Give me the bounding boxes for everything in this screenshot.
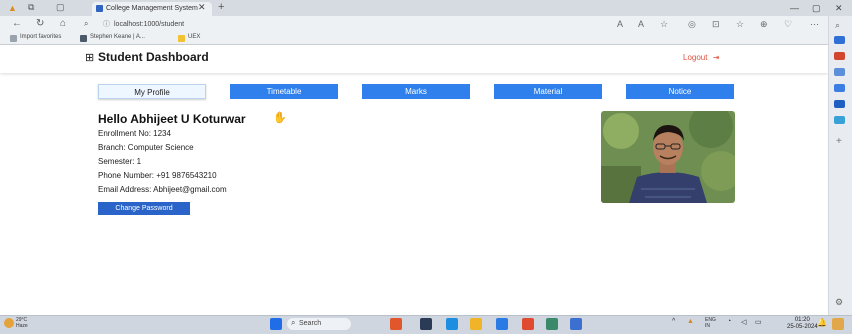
minimize-icon[interactable]: — xyxy=(790,3,799,13)
greeting-heading: Hello Abhijeet U Koturwar xyxy=(98,112,246,126)
copilot-taskbar-icon[interactable] xyxy=(832,318,844,330)
clock-date: 25-05-2024 xyxy=(787,324,818,330)
window-close-icon[interactable]: ✕ xyxy=(835,3,843,14)
store-icon[interactable] xyxy=(570,318,582,330)
widgets-icon[interactable] xyxy=(390,318,402,330)
notifications-icon[interactable]: 🔔 xyxy=(817,318,827,327)
wave-hand-icon: ✋ xyxy=(273,112,287,124)
sidebar-settings-icon[interactable]: ⚙ xyxy=(835,297,843,308)
weather-desc: Haze xyxy=(16,323,28,329)
browser-sidebar xyxy=(828,16,852,315)
chrome-icon[interactable] xyxy=(546,318,558,330)
logout-link[interactable]: Logout ⇥ xyxy=(683,53,719,62)
email-text: Email Address: Abhijeet@gmail.com xyxy=(98,185,227,194)
performance-icon[interactable]: ♡ xyxy=(784,19,792,30)
enrollment-text: Enrollment No: 1234 xyxy=(98,129,171,138)
favorite-stephen[interactable]: Stephen Keane | A... xyxy=(90,34,145,40)
send-icon[interactable] xyxy=(834,116,845,124)
url-text: localhost:1000/student xyxy=(114,21,185,28)
tab-favicon-icon xyxy=(96,5,103,12)
vscode-icon[interactable] xyxy=(496,318,508,330)
start-icon[interactable] xyxy=(270,318,282,330)
address-input[interactable]: ⓘ localhost:1000/student xyxy=(103,19,573,31)
browser-tab[interactable]: College Management System xyxy=(92,2,212,16)
home-icon[interactable]: ⌂ xyxy=(60,18,66,29)
clock[interactable]: 01:20 25-05-2024 xyxy=(787,317,818,331)
brave-icon[interactable] xyxy=(522,318,534,330)
info-icon: ⓘ xyxy=(103,21,110,28)
import-icon xyxy=(10,35,17,42)
language-indicator[interactable]: ENG IN xyxy=(705,317,719,329)
file-explorer-icon[interactable] xyxy=(470,318,482,330)
grid-icon: ⊞ xyxy=(85,52,95,64)
bookmark-icon xyxy=(80,35,87,42)
folder-icon xyxy=(178,35,185,42)
tab-close-icon[interactable]: ✕ xyxy=(198,2,206,13)
tray-chevron-icon[interactable]: ^ xyxy=(672,318,675,325)
settings-more-icon[interactable]: ⋯ xyxy=(810,19,819,30)
immersive-reader-icon[interactable]: A xyxy=(638,19,644,29)
sidebar-add-icon[interactable]: + xyxy=(836,136,842,147)
weather-icon xyxy=(4,318,14,328)
change-password-button[interactable]: Change Password xyxy=(98,202,190,215)
tools-icon[interactable] xyxy=(834,52,845,60)
tab-marks[interactable]: Marks xyxy=(362,84,470,99)
tab-actions-icon[interactable]: ▢ xyxy=(56,2,65,13)
favorites-icon[interactable]: ☆ xyxy=(736,19,744,30)
volume-icon[interactable]: ◁ xyxy=(741,318,746,326)
copilot-icon[interactable] xyxy=(834,36,845,44)
outlook-icon[interactable] xyxy=(834,100,845,108)
phone-text: Phone Number: +91 9876543210 xyxy=(98,171,217,180)
split-screen-icon[interactable]: ⊡ xyxy=(712,19,720,30)
battery-icon[interactable]: ▭ xyxy=(755,318,762,326)
back-icon[interactable]: ← xyxy=(12,18,22,29)
favorite-uex[interactable]: UEX xyxy=(188,34,200,40)
sidebar-search-icon[interactable]: ⌕ xyxy=(835,20,840,31)
people-icon[interactable] xyxy=(834,68,845,76)
logout-icon: ⇥ xyxy=(712,53,720,62)
page-title: Student Dashboard xyxy=(98,50,209,64)
refresh-icon[interactable]: ↻ xyxy=(36,18,44,29)
branch-text: Branch: Computer Science xyxy=(98,143,194,152)
tab-notice[interactable]: Notice xyxy=(626,84,734,99)
workspaces-icon[interactable]: ⧉ xyxy=(28,2,34,13)
tab-title: College Management System xyxy=(106,5,198,12)
maximize-icon[interactable]: ▢ xyxy=(812,3,821,14)
edge-icon[interactable] xyxy=(446,318,458,330)
logout-label: Logout xyxy=(683,53,708,62)
tab-timetable[interactable]: Timetable xyxy=(230,84,338,99)
taskbar-search[interactable]: Search xyxy=(287,318,351,330)
read-aloud-icon[interactable]: A xyxy=(617,19,623,29)
clock-time: 01:20 xyxy=(794,317,810,323)
semester-text: Semester: 1 xyxy=(98,157,142,166)
tray-app-icon[interactable]: ▲ xyxy=(687,318,694,325)
extensions-icon[interactable]: ◎ xyxy=(688,19,696,30)
favorite-import[interactable]: Import favorites xyxy=(20,34,61,40)
task-view-icon[interactable] xyxy=(420,318,432,330)
taskbar-search-icon: ⌕ xyxy=(291,318,296,327)
tab-material[interactable]: Material xyxy=(494,84,602,99)
wifi-icon[interactable]: ◔ xyxy=(727,318,731,325)
collections-icon[interactable]: ⊕ xyxy=(760,19,768,30)
taskbar-search-placeholder: Search xyxy=(299,320,322,327)
new-tab-icon[interactable]: + xyxy=(218,1,224,13)
app-icon: ▲ xyxy=(8,3,17,13)
weather-widget[interactable]: 29°C Haze xyxy=(16,317,28,329)
profile-photo xyxy=(601,111,735,203)
search-small-icon[interactable]: ⌕ xyxy=(84,19,88,29)
favorite-star-icon[interactable]: ☆ xyxy=(660,19,668,30)
games-icon[interactable] xyxy=(834,84,845,92)
tab-my-profile[interactable]: My Profile xyxy=(98,84,206,99)
